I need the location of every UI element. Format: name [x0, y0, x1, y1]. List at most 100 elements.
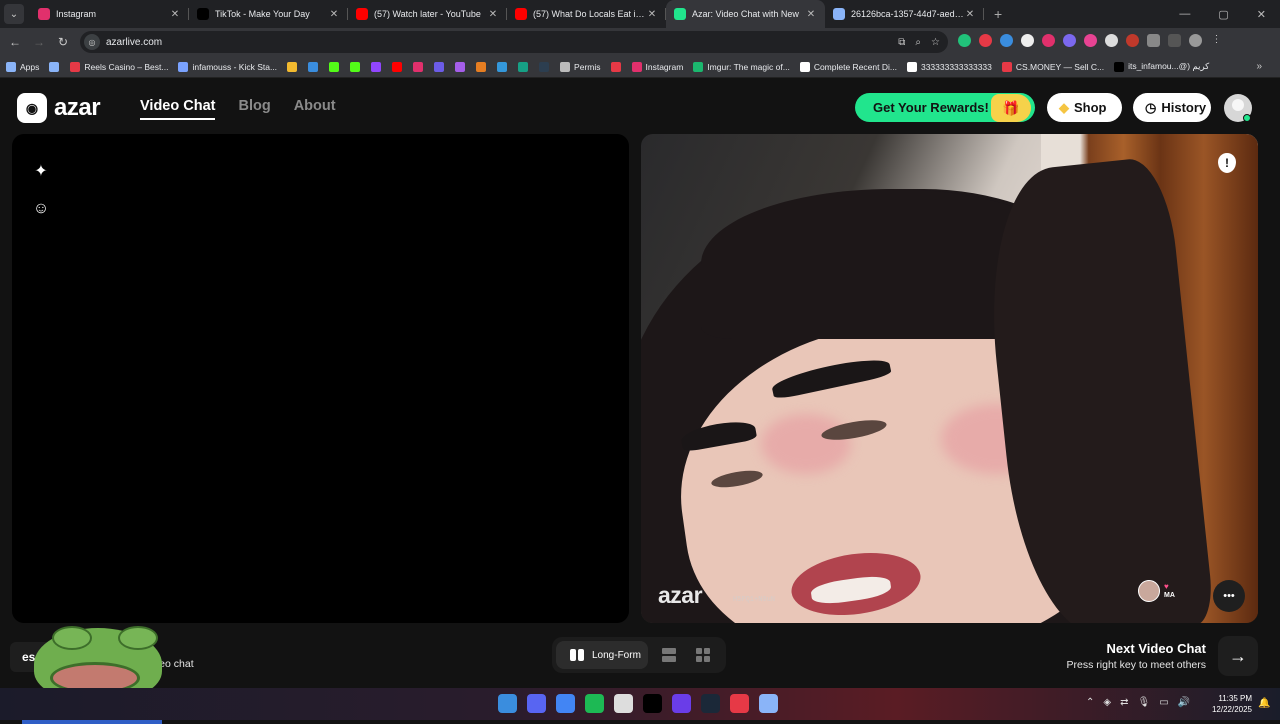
taskbar-clock[interactable]: 11:35 PM 12/22/2025	[1208, 693, 1252, 715]
maximize-icon[interactable]: ▢	[1218, 8, 1228, 21]
menu-icon[interactable]: ⋮	[1210, 34, 1223, 47]
taskbar-app-icon[interactable]	[614, 694, 633, 713]
bookmark-item[interactable]	[434, 61, 448, 72]
extension-icon[interactable]	[958, 34, 971, 47]
chat-message-icon[interactable]: •••	[1213, 580, 1245, 612]
azar-logo[interactable]: ◉ azar	[17, 93, 101, 123]
back-icon[interactable]: ←	[3, 35, 27, 49]
reading-list-icon[interactable]	[1168, 34, 1181, 47]
install-app-icon[interactable]: ⧉	[898, 37, 905, 48]
tab-search-button[interactable]: ⌄	[4, 4, 24, 24]
bookmark-item[interactable]	[413, 61, 427, 72]
close-window-icon[interactable]: ✕	[1257, 8, 1266, 21]
bookmark-item[interactable]: Apps	[6, 61, 39, 72]
online-status-dot	[1243, 114, 1251, 122]
bookmark-item[interactable]	[371, 61, 385, 72]
zoom-icon[interactable]: ⌕	[915, 37, 921, 48]
browser-tab[interactable]: (57) What Do Locals Eat in Mor✕	[507, 0, 666, 28]
extension-icon[interactable]	[1105, 34, 1118, 47]
taskbar-app-icon[interactable]	[643, 694, 662, 713]
taskbar-app-icon[interactable]	[585, 694, 604, 713]
bookmark-item[interactable]	[308, 61, 322, 72]
bookmark-item[interactable]	[49, 61, 63, 72]
extension-icon[interactable]	[1000, 34, 1013, 47]
bookmark-item[interactable]	[392, 61, 406, 72]
main-nav: Video Chat Blog About	[140, 98, 336, 120]
grid-layout-icon[interactable]	[696, 648, 710, 662]
bookmark-item[interactable]	[287, 61, 301, 72]
bookmark-item[interactable]	[455, 61, 469, 72]
sync-icon[interactable]: ⇄	[1120, 697, 1128, 708]
nav-blog[interactable]: Blog	[238, 98, 270, 120]
notification-icon[interactable]: 🔔	[1258, 698, 1270, 709]
reload-icon[interactable]: ↻	[51, 35, 75, 49]
display-icon[interactable]: ▭	[1159, 697, 1168, 708]
bookmark-item[interactable]: Instagram	[631, 61, 683, 72]
bookmark-item[interactable]: CS.MONEY — Sell C...	[1001, 61, 1104, 72]
taskbar-app-icon[interactable]	[730, 694, 749, 713]
bookmark-item[interactable]	[539, 61, 553, 72]
bookmark-item[interactable]	[350, 61, 364, 72]
taskbar-app-icon[interactable]	[672, 694, 691, 713]
taskbar-app-icon[interactable]	[527, 694, 546, 713]
bookmark-item[interactable]	[476, 61, 490, 72]
get-rewards-button[interactable]: Get Your Rewards! 🎁	[855, 93, 1035, 122]
extension-icon[interactable]	[979, 34, 992, 47]
bookmark-item[interactable]	[518, 61, 532, 72]
browser-tab[interactable]: 26126bca-1357-44d7-aeda-44 ✕	[825, 0, 984, 28]
profile-icon[interactable]	[1189, 34, 1202, 47]
extension-icon[interactable]	[1042, 34, 1055, 47]
extensions-puzzle-icon[interactable]	[1147, 34, 1160, 47]
bookmark-item[interactable]: Permis	[560, 61, 601, 72]
bookmark-item[interactable]: infamouss - Kick Sta...	[178, 61, 277, 72]
stacked-layout-icon[interactable]	[662, 648, 676, 662]
extension-icon[interactable]	[1126, 34, 1139, 47]
site-info-icon[interactable]: ◎	[84, 34, 100, 50]
bookmark-item[interactable]	[329, 61, 343, 72]
nav-about[interactable]: About	[294, 98, 336, 120]
mic-icon[interactable]: 🎙	[1137, 697, 1150, 708]
peer-info[interactable]: ♥ MA	[1138, 580, 1175, 602]
effects-sparkle-icon[interactable]: ✦	[30, 160, 52, 182]
history-button[interactable]: ◷ History	[1133, 93, 1211, 122]
bookmark-item[interactable]: its_infamou...@) كريم	[1114, 61, 1209, 72]
new-tab-button[interactable]: +	[994, 6, 1002, 22]
taskbar-app-icon[interactable]	[498, 694, 517, 713]
address-bar[interactable]: ◎ azarlive.com ⧉ ⌕ ☆	[80, 31, 948, 53]
bookmark-item[interactable]: Complete Recent Di...	[799, 61, 897, 72]
next-arrow-button[interactable]: →	[1218, 636, 1258, 676]
bookmark-item[interactable]	[610, 61, 625, 72]
bookmark-icon	[413, 61, 424, 72]
extension-icon[interactable]	[1021, 34, 1034, 47]
face-filter-icon[interactable]: ☺	[30, 198, 52, 220]
extension-icon[interactable]	[1063, 34, 1076, 47]
bookmark-item[interactable]: 333333333333333	[906, 61, 992, 72]
nav-video-chat[interactable]: Video Chat	[140, 98, 216, 120]
discord-tray-icon[interactable]: ◈	[1103, 697, 1111, 708]
browser-tab[interactable]: Azar: Video Chat with New ✕	[666, 0, 825, 28]
taskbar-app-icon[interactable]	[701, 694, 720, 713]
close-tab-icon[interactable]: ✕	[487, 9, 499, 20]
browser-tab[interactable]: (57) Watch later - YouTube ✕	[348, 0, 507, 28]
bookmark-star-icon[interactable]: ☆	[931, 37, 940, 48]
volume-icon[interactable]: 🔊	[1178, 697, 1190, 708]
taskbar-app-icon[interactable]	[556, 694, 575, 713]
bookmark-item[interactable]	[497, 61, 511, 72]
close-tab-icon[interactable]: ✕	[646, 9, 658, 20]
shop-button[interactable]: ◆ Shop	[1047, 93, 1122, 122]
minimize-icon[interactable]: —	[1179, 8, 1190, 21]
close-tab-icon[interactable]: ✕	[169, 9, 181, 20]
bookmark-item[interactable]: Imgur: The magic of...	[693, 61, 790, 72]
extension-icon[interactable]	[1084, 34, 1097, 47]
more-bookmarks-icon[interactable]: »	[1256, 61, 1262, 72]
browser-tab[interactable]: TikTok - Make Your Day ✕	[189, 0, 348, 28]
taskbar-app-icon[interactable]	[759, 694, 778, 713]
browser-tab[interactable]: Instagram ✕	[30, 0, 189, 28]
close-tab-icon[interactable]: ✕	[805, 9, 817, 20]
close-tab-icon[interactable]: ✕	[328, 9, 340, 20]
forward-icon[interactable]: →	[27, 35, 51, 49]
bookmark-item[interactable]: Reels Casino – Best...	[70, 61, 168, 72]
long-form-layout-button[interactable]: Long-Form	[556, 641, 648, 669]
tray-chevron-icon[interactable]: ⌃	[1086, 697, 1094, 708]
close-tab-icon[interactable]: ✕	[964, 9, 976, 20]
